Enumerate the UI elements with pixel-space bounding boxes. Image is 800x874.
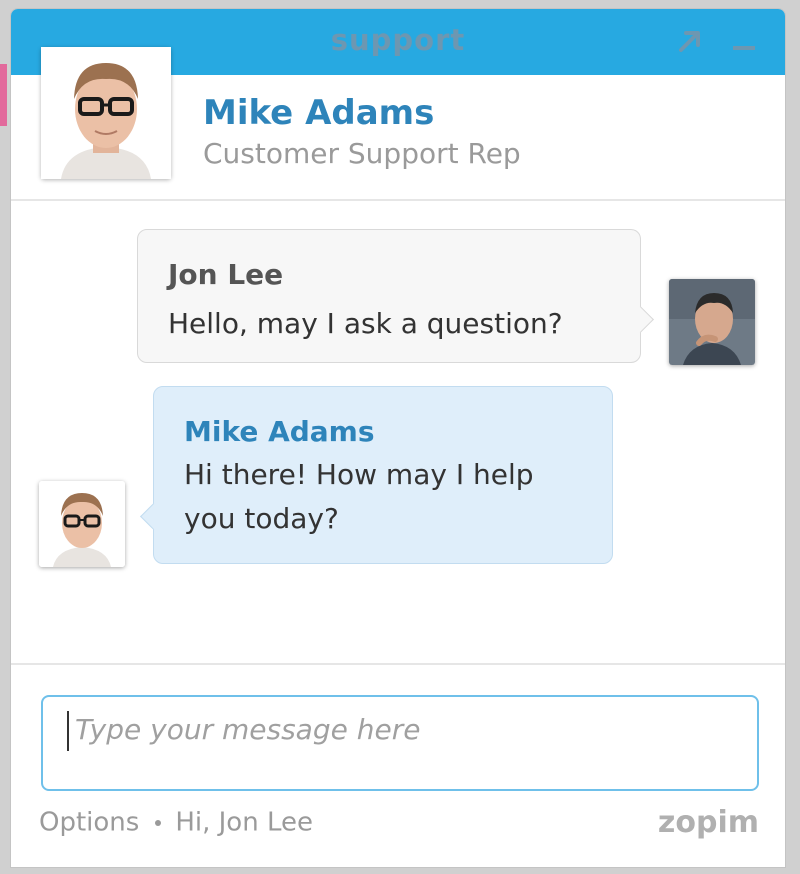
message-agent: Mike Adams Hi there! How may I help you …	[140, 386, 613, 564]
visitor-avatar	[669, 279, 755, 365]
agent-small-avatar	[39, 481, 125, 567]
agent-name: Mike Adams	[203, 93, 435, 133]
minimize-button[interactable]	[729, 26, 759, 56]
header-divider	[11, 199, 785, 201]
message-sender: Mike Adams	[184, 415, 375, 448]
text-caret	[67, 711, 69, 751]
popout-arrow-icon	[679, 31, 700, 52]
popout-button[interactable]	[675, 26, 705, 56]
message-text: Hi there! How may I help you today?	[184, 458, 534, 535]
message-visitor: Jon Lee Hello, may I ask a question?	[137, 229, 654, 363]
agent-photo-icon	[41, 47, 171, 179]
background-page-edge	[0, 64, 7, 126]
bubble-tail	[627, 306, 654, 333]
chat-widget: support Mike Adams Customer Support Rep …	[10, 8, 786, 868]
zopim-logo[interactable]: zopim	[658, 805, 759, 840]
agent-role: Customer Support Rep	[203, 137, 521, 170]
composer-divider	[11, 663, 785, 665]
agent-avatar	[41, 47, 171, 179]
separator-dot	[155, 819, 162, 826]
agent-photo-icon	[39, 481, 125, 567]
message-input[interactable]: Type your message here	[41, 695, 759, 791]
message-text: Hello, may I ask a question?	[168, 307, 563, 340]
chat-footer: Options Hi, Jon Lee	[39, 807, 313, 838]
visitor-photo-icon	[669, 279, 755, 365]
message-input-placeholder: Type your message here	[75, 713, 421, 746]
visitor-greeting[interactable]: Hi, Jon Lee	[175, 808, 313, 838]
bubble-tail	[140, 503, 167, 530]
message-sender: Jon Lee	[168, 258, 284, 291]
options-link[interactable]: Options	[39, 808, 139, 838]
minimize-icon	[733, 46, 755, 50]
